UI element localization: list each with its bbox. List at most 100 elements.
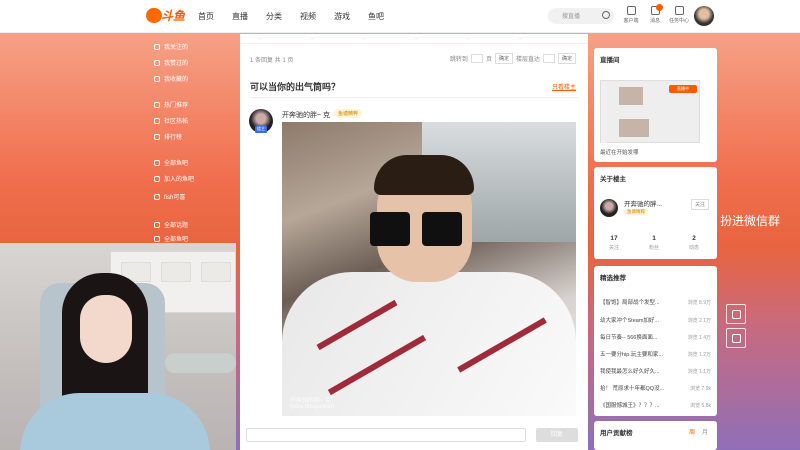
client-label: 客户端 xyxy=(623,18,639,24)
nav-item-all-yuba[interactable]: 全部鱼吧 xyxy=(154,158,188,168)
microphone xyxy=(165,353,236,373)
stat-label: 关注 xyxy=(608,245,619,251)
nav-yuba[interactable]: 鱼吧 xyxy=(368,11,384,22)
live-badge: 直播中 xyxy=(669,85,697,93)
nav-item-hot[interactable]: 热门推荐 xyxy=(154,100,188,110)
strip-item[interactable]: ... xyxy=(258,35,262,41)
fire-icon xyxy=(154,102,160,108)
rank-tab-month[interactable]: 月 xyxy=(702,427,708,436)
nav-item-favorites[interactable]: 我收藏的 xyxy=(154,74,188,84)
client-download-button[interactable]: 客户端 xyxy=(620,6,642,24)
floor-input[interactable] xyxy=(542,54,555,63)
search-placeholder: 搜直播 xyxy=(562,14,581,20)
host-fish-badge: 鱼塘精粹 xyxy=(624,209,648,215)
recommend-item[interactable]: 每日节奏-- 566换面面... xyxy=(600,333,657,341)
nav-item-community[interactable]: 社区热帖 xyxy=(154,116,188,126)
live-room-title: 直播间 xyxy=(600,57,620,64)
thumb-face xyxy=(619,87,643,105)
live-caption[interactable]: 最近在开始发哪 xyxy=(600,148,639,156)
sunglasses-left xyxy=(370,212,410,246)
nav-home[interactable]: 首页 xyxy=(198,11,214,22)
contribution-rank-card: 用户贡献榜 周 月 xyxy=(594,421,717,450)
webcam-overlay xyxy=(0,243,236,450)
live-room-thumbnail[interactable]: 直播中 xyxy=(600,80,700,143)
pager-controls: 跳转到 页 确定 楼层直达 确定 xyxy=(450,53,576,64)
pager-summary: 1 条回复 共 1 页 xyxy=(250,58,294,64)
rank-tab-week[interactable]: 周 xyxy=(689,427,695,436)
share-button[interactable] xyxy=(726,328,746,348)
strip-item[interactable]: ... xyxy=(362,35,366,41)
recommend-views: 浏览 1.1万 xyxy=(687,369,711,375)
divider xyxy=(250,97,578,98)
notification-badge xyxy=(656,4,663,11)
recommend-item[interactable]: 拾！ 荒原求十年都QQ没... xyxy=(600,384,664,392)
nav-item-ranking[interactable]: 排行榜 xyxy=(154,132,182,142)
recommend-item[interactable]: 幼大家冲个Steam加好... xyxy=(600,316,659,324)
fish-badge: 鱼塘精粹 xyxy=(334,109,363,118)
trophy-icon xyxy=(154,134,160,140)
nav-item-following[interactable]: 我关注的 xyxy=(154,42,188,52)
nav-item-liked[interactable]: 我赞过的 xyxy=(154,58,188,68)
live-room-card: 直播间 直播中 最近在开始发哪 xyxy=(594,48,717,162)
stat-following[interactable]: 17 关注 xyxy=(594,235,634,251)
reply-input[interactable] xyxy=(246,428,526,442)
page-input[interactable] xyxy=(470,54,483,63)
sunglasses-right xyxy=(422,212,462,246)
grid-icon xyxy=(154,160,160,166)
thumb-face xyxy=(619,119,649,137)
recommend-title: 精选推荐 xyxy=(600,275,626,282)
author-name[interactable]: 开奔驰的胖~ 克 xyxy=(282,110,330,120)
grid-icon xyxy=(154,236,160,242)
person-hair xyxy=(374,155,474,195)
recommend-views: 浏览 5.8k xyxy=(690,403,711,409)
post-photo[interactable]: 开奔驰的胖~ 克 yuba.douyu.com xyxy=(282,122,576,416)
nav-video[interactable]: 视频 xyxy=(300,11,316,22)
reply-button[interactable]: 回复 xyxy=(536,428,578,442)
logo-text: 斗鱼 xyxy=(161,9,186,23)
recommend-item[interactable]: 我使我最怎么好久好久... xyxy=(600,367,660,375)
recommend-item[interactable]: 《国服憾城王》？？？... xyxy=(600,401,660,409)
stat-fans[interactable]: 1 粉丝 xyxy=(634,235,674,251)
host-name[interactable]: 开奔驰的胖... xyxy=(624,198,662,208)
star-icon xyxy=(154,44,160,50)
nav-item-topics[interactable]: 全部话题 xyxy=(154,220,188,230)
user-avatar[interactable] xyxy=(694,6,714,26)
edit-icon xyxy=(732,310,741,319)
task-center-button[interactable]: 任务中心 xyxy=(668,6,690,24)
stat-label: 动态 xyxy=(688,245,699,251)
nav-item-label: 我收藏的 xyxy=(164,77,189,83)
stat-value: 17 xyxy=(610,235,618,242)
nav-category[interactable]: 分类 xyxy=(266,11,282,22)
top-strip: ... ... ... ... ... ... xyxy=(240,34,588,44)
nav-games[interactable]: 游戏 xyxy=(334,11,350,22)
search-input[interactable]: 搜直播 xyxy=(548,8,614,24)
floor-go-button[interactable]: 确定 xyxy=(557,53,576,64)
host-avatar[interactable] xyxy=(600,199,618,217)
nav-item-label: 排行榜 xyxy=(164,135,183,141)
nav-item-joined[interactable]: 加入的鱼吧 xyxy=(154,174,194,184)
only-host-link[interactable]: 只看楼主 xyxy=(552,82,576,91)
stat-posts[interactable]: 2 动态 xyxy=(674,235,714,251)
nav-item-label: 加入的鱼吧 xyxy=(164,177,195,183)
strip-item[interactable]: ... xyxy=(466,35,470,41)
edit-post-button[interactable] xyxy=(726,304,746,324)
left-sidebar-nav: 我关注的 我赞过的 我收藏的 热门推荐 社区热帖 排行榜 全部鱼吧 加入的鱼吧 … xyxy=(150,34,236,244)
stat-value: 2 xyxy=(692,235,696,242)
page-go-button[interactable]: 确定 xyxy=(494,53,513,64)
recommend-item[interactable]: 【智饱】局部战个发型... xyxy=(600,298,660,306)
strip-item[interactable]: ... xyxy=(414,35,418,41)
nav-item-fish[interactable]: fish可喜 xyxy=(154,192,185,202)
search-icon[interactable] xyxy=(602,11,610,19)
task-icon xyxy=(674,6,684,15)
strip-item[interactable]: ... xyxy=(518,35,522,41)
strip-item[interactable]: ... xyxy=(310,35,314,41)
douyu-logo[interactable]: 斗鱼 xyxy=(146,7,186,24)
nav-item-label: 我关注的 xyxy=(164,45,189,51)
follow-button[interactable]: 关注 xyxy=(690,199,709,210)
overlay-caption: 扮进微信群 xyxy=(720,214,781,228)
thumb-strip xyxy=(601,81,607,143)
recommend-item[interactable]: 五一要分hip.玩主要和家... xyxy=(600,350,663,358)
about-host-card: 关于楼主 开奔驰的胖... 鱼塘精粹 关注 17 关注 1 粉丝 2 动态 xyxy=(594,167,717,259)
nav-live[interactable]: 直播 xyxy=(232,11,248,22)
stat-value: 1 xyxy=(652,235,656,242)
